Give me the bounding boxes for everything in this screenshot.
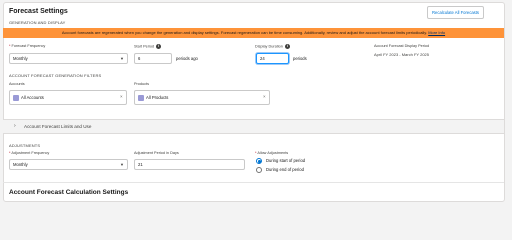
more-info-link[interactable]: More Info [428, 30, 445, 35]
account-icon [13, 94, 19, 101]
display-duration-suffix: periods [293, 56, 307, 61]
radio-start-of-period[interactable]: During start of period [256, 158, 305, 164]
calc-settings-title: Account Forecast Calculation Settings [9, 189, 129, 196]
chevron-down-icon: ▼ [120, 56, 124, 61]
display-period-label: Account Forecast Display Period [374, 44, 430, 48]
close-icon[interactable]: × [120, 94, 123, 99]
accounts-lookup[interactable]: All Accounts × [9, 90, 127, 105]
adjustment-period-input[interactable]: 21 [134, 159, 245, 170]
required-marker: * [9, 44, 11, 48]
adjustment-frequency-select[interactable]: Monthly ▼ [9, 159, 128, 170]
adjustment-period-label: Adjustment Period in Days [134, 151, 179, 155]
start-period-label: Start Period i [134, 44, 162, 49]
products-lookup[interactable]: All Products × [134, 90, 270, 105]
scrollbar[interactable] [506, 2, 512, 202]
forecast-frequency-label: * Forecast Frequency [9, 44, 46, 48]
forecast-frequency-select[interactable]: Monthly ▼ [9, 53, 128, 64]
recalculate-all-forecasts-button[interactable]: Recalculate All Forecasts [427, 6, 485, 19]
allow-adjustments-label: * Allow Adjustments [255, 151, 289, 155]
adjustments-section-title: ADJUSTMENTS [9, 143, 41, 148]
chevron-right-icon: › [14, 123, 16, 129]
radio-end-of-period[interactable]: During end of period [256, 167, 304, 173]
accounts-label: Accounts [9, 82, 25, 86]
chevron-down-icon: ▼ [120, 162, 124, 167]
display-period-value: April FY 2023 - March FY 2025 [374, 52, 429, 57]
warning-banner: Account forecasts are regenerated when y… [3, 28, 504, 38]
info-icon[interactable]: i [156, 44, 162, 49]
display-duration-label: Display Duration i [255, 44, 290, 49]
forecast-limits-section-toggle[interactable]: › Account Forecast Limits and Use [3, 119, 504, 134]
radio-unselected-icon[interactable] [256, 167, 262, 173]
products-label: Products [134, 82, 149, 86]
forecast-limits-label: Account Forecast Limits and Use [24, 124, 92, 129]
adjustment-frequency-label: * Adjustment Frequency [9, 151, 50, 155]
radio-selected-icon[interactable] [256, 158, 262, 164]
products-pill: All Products [138, 94, 168, 101]
start-period-input[interactable]: 6 [134, 53, 172, 64]
close-icon[interactable]: × [263, 94, 266, 99]
start-period-suffix: periods ago [176, 56, 198, 61]
banner-text: Account forecasts are regenerated when y… [61, 30, 428, 35]
info-icon[interactable]: i [284, 44, 290, 49]
product-icon [138, 94, 144, 101]
generation-section-title: GENERATION AND DISPLAY [9, 20, 66, 25]
filters-section-title: ACCOUNT FORECAST GENERATION FILTERS [9, 73, 102, 78]
display-duration-input[interactable]: 24 [256, 53, 289, 64]
section-divider [3, 182, 504, 183]
page-title: Forecast Settings [9, 8, 68, 15]
accounts-pill: All Accounts [13, 94, 44, 101]
